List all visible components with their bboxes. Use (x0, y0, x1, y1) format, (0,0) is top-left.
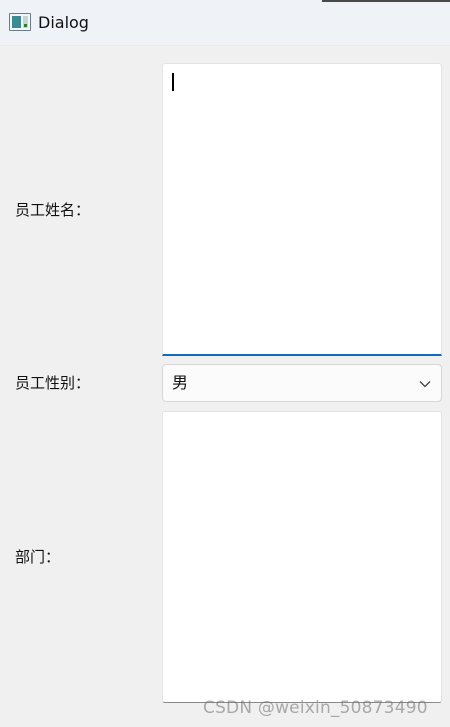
window-title: Dialog (38, 13, 89, 32)
app-window-icon (9, 13, 31, 31)
department-label: 部门： (15, 548, 61, 566)
employee-gender-combobox[interactable]: 男 (162, 364, 442, 402)
employee-name-label: 员工姓名： (15, 201, 91, 219)
watermark: CSDN @weixin_50873490 (203, 698, 428, 718)
chevron-down-icon[interactable] (418, 377, 432, 391)
title-bar[interactable]: Dialog (0, 0, 450, 46)
title-bar-edge (322, 0, 450, 2)
employee-name-input[interactable] (162, 63, 442, 356)
employee-gender-value: 男 (172, 373, 189, 392)
dialog-window: Dialog 员工姓名： 员工性别： 男 部门： CSDN @weixin_50… (0, 0, 450, 727)
department-input[interactable] (162, 411, 442, 703)
employee-gender-label: 员工性别： (15, 374, 91, 392)
text-caret (172, 73, 174, 91)
